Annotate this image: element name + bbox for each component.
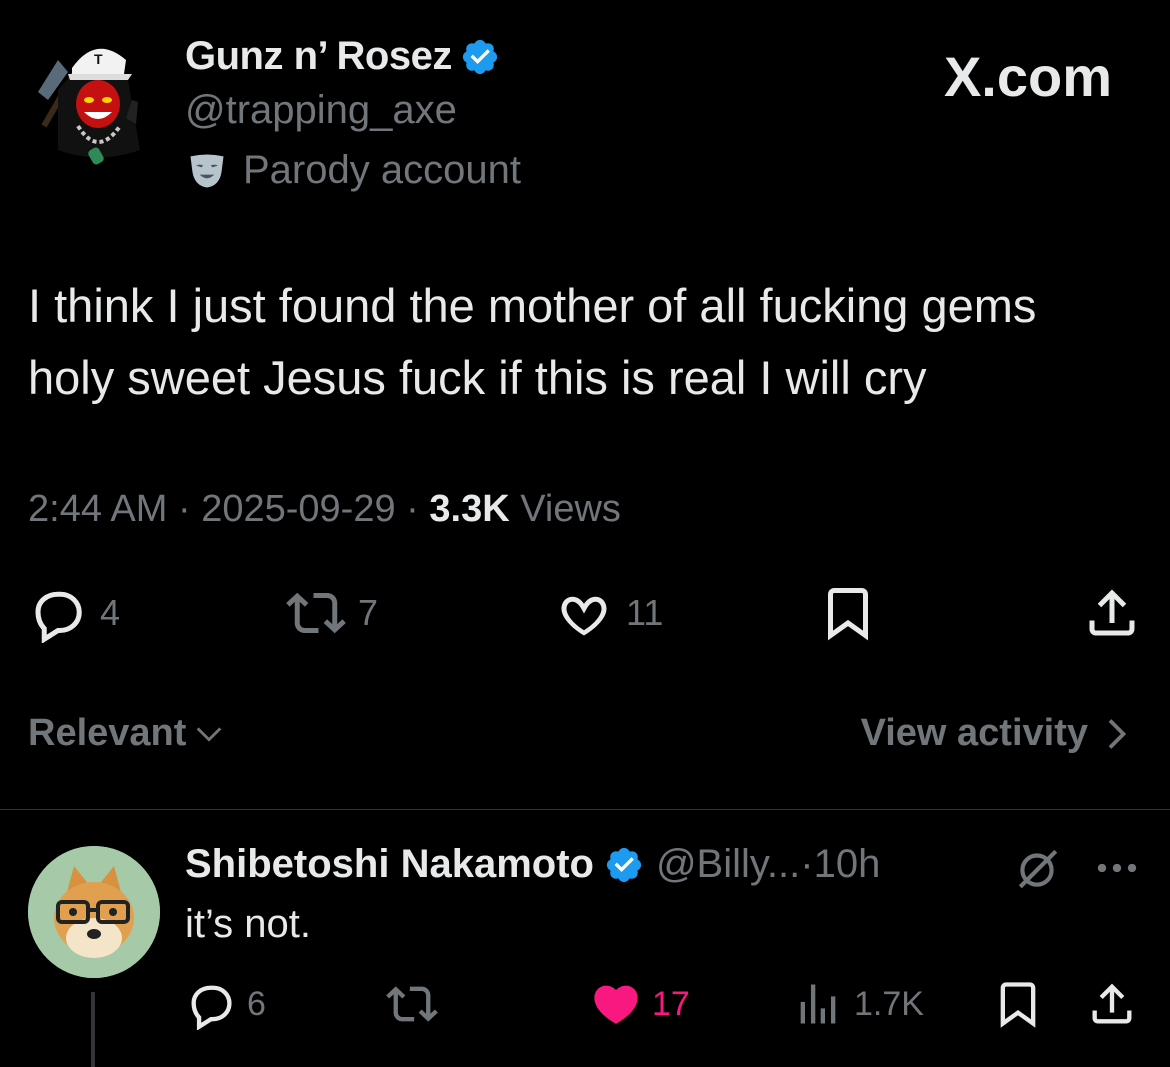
repost-count: 7 [358, 592, 379, 633]
views-chart-icon [800, 984, 836, 1024]
tweet-time[interactable]: 2:44 AM [28, 488, 167, 530]
reply-separator: · [800, 842, 814, 886]
tweet-action-bar: 4 7 11 [0, 583, 1170, 647]
reply-display-name[interactable]: Shibetoshi Nakamoto [185, 842, 594, 887]
like-count: 11 [626, 592, 664, 633]
more-options-icon[interactable] [1092, 848, 1142, 888]
author-handle[interactable]: @trapping_axe [185, 88, 457, 133]
share-icon [1089, 589, 1135, 636]
views-count: 3.3K [429, 488, 510, 530]
tweet-line: holy sweet Jesus fuck if this is real I … [28, 351, 927, 404]
meta-separator: · [406, 488, 419, 530]
view-activity-link[interactable]: View activity [861, 712, 1132, 755]
reply-text: it’s not. [185, 902, 311, 946]
chevron-right-icon [1108, 718, 1127, 749]
reply-repost-button[interactable] [386, 978, 438, 1030]
views-label: Views [520, 488, 621, 530]
share-icon [1092, 983, 1132, 1024]
author-avatar[interactable]: T [28, 30, 154, 170]
reply-avatar[interactable] [28, 846, 160, 978]
reply-like-button[interactable]: 17 [590, 978, 690, 1030]
reply-time[interactable]: 10h [814, 842, 881, 887]
tweet-text: I think I just found the mother of all f… [28, 270, 1148, 414]
mask-icon [190, 154, 224, 187]
author-display-name[interactable]: Gunz n’ Rosez [185, 34, 452, 79]
reply-icon [191, 985, 232, 1030]
tweet-date[interactable]: 2025-09-29 [201, 488, 395, 530]
reply-reply-count: 6 [247, 984, 266, 1023]
chevron-down-icon [197, 726, 222, 742]
repost-icon [386, 986, 438, 1022]
reply-views-button[interactable]: 1.7K [792, 978, 924, 1030]
bookmark-icon [828, 588, 868, 641]
like-button[interactable]: 11 [554, 583, 663, 643]
verified-badge-icon [462, 39, 497, 74]
reply-action-bar: 6 17 1.7K [0, 978, 1170, 1034]
reply-icon [35, 591, 82, 643]
reply-handle[interactable]: @Billy... [656, 842, 800, 887]
sort-label: Relevant [28, 712, 187, 754]
reply-views-count: 1.7K [854, 984, 924, 1023]
verified-badge-icon [606, 847, 642, 882]
grok-icon[interactable] [1012, 843, 1062, 893]
heart-icon [561, 596, 607, 636]
parody-label-row: Parody account [185, 148, 521, 193]
repost-icon [286, 592, 346, 634]
heart-filled-icon [594, 985, 638, 1024]
activity-label: View activity [860, 712, 1088, 754]
reply-reply-button[interactable]: 6 [185, 978, 266, 1030]
avatar-letter: T [94, 51, 103, 67]
reply-button[interactable]: 4 [28, 583, 120, 643]
divider [0, 809, 1170, 810]
reply-count: 4 [100, 592, 121, 633]
reply-sort-dropdown[interactable]: Relevant [28, 712, 226, 755]
tweet-meta: 2:44 AM · 2025-09-29 · 3.3K Views [28, 488, 621, 531]
meta-separator: · [177, 488, 191, 530]
tweet-line: I think I just found the mother of all f… [28, 279, 1037, 332]
author-name-row[interactable]: Gunz n’ Rosez [185, 34, 500, 79]
reply-header: Shibetoshi Nakamoto @Billy... · 10h [185, 842, 880, 887]
reply-bookmark-button[interactable] [992, 978, 1044, 1030]
repost-button[interactable]: 7 [286, 583, 378, 643]
bookmark-button[interactable] [818, 583, 878, 643]
share-button[interactable] [1082, 583, 1142, 643]
reply-share-button[interactable] [1086, 978, 1138, 1030]
site-watermark: X.com [943, 45, 1112, 108]
parody-label: Parody account [243, 148, 521, 192]
reply-like-count: 17 [652, 984, 690, 1023]
bookmark-icon [1000, 982, 1036, 1028]
